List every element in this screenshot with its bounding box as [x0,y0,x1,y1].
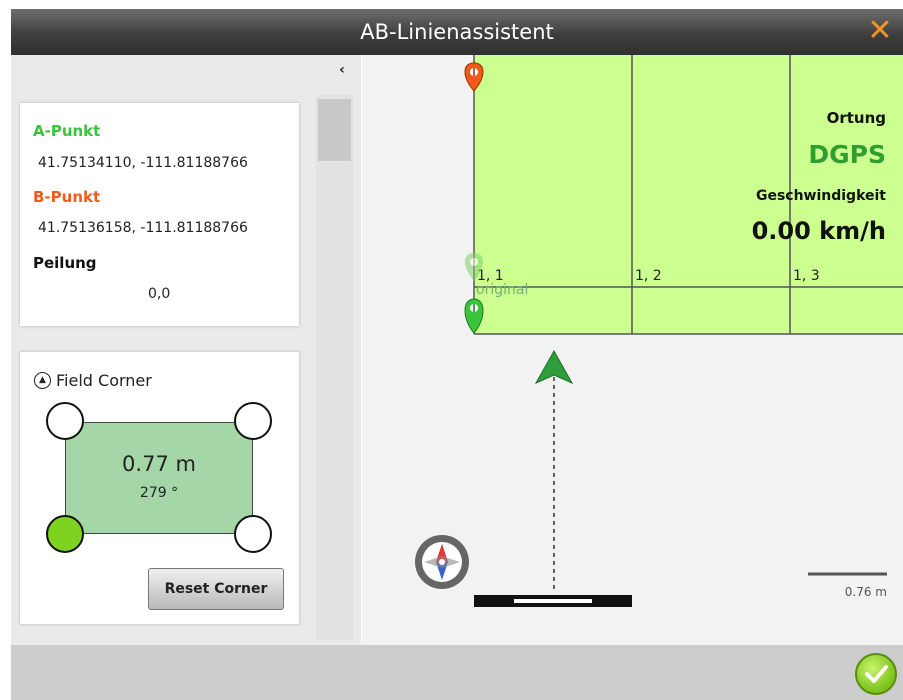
speed-label: Geschwindigkeit [756,188,886,204]
corner-bottom-left[interactable] [46,515,84,553]
window-title: AB-Linienassistent [360,20,554,44]
compass-icon[interactable] [415,535,469,589]
scrollbar-track[interactable] [316,95,353,640]
original-label: original [476,282,528,298]
map-canvas[interactable]: 1, 1 1, 2 1, 3 original Ortung DGPS Gesc… [362,55,903,645]
collapse-up-icon[interactable]: ▲ [34,372,51,389]
checkmark-icon [865,665,888,683]
speed-value: 0.00 km/h [752,217,886,245]
confirm-button[interactable] [855,653,897,695]
b-point-value: 41.75136158, -111.81188766 [38,220,248,236]
field-corner-header[interactable]: ▲ Field Corner [34,371,152,390]
ab-points-card: A-Punkt 41.75134110, -111.81188766 B-Pun… [20,103,299,326]
a-point-value: 41.75134110, -111.81188766 [38,155,248,171]
corner-distance: 0.77 m [122,452,196,476]
map-view[interactable]: 1, 1 1, 2 1, 3 original Ortung DGPS Gesc… [362,55,903,645]
bearing-label: Peilung [33,254,97,272]
chevron-left-icon[interactable]: ‹ [333,61,351,79]
corner-top-left[interactable] [46,402,84,440]
cell-label: 1, 2 [635,268,662,284]
implement-bar [474,595,632,607]
field-corner-card: ▲ Field Corner 0.77 m 279 ° Reset Corner [20,352,299,624]
a-point-label: A-Punkt [33,122,101,140]
corner-angle: 279 ° [139,485,179,501]
corner-top-right[interactable] [234,402,272,440]
left-panel: ‹ A-Punkt 41.75134110, -111.81188766 B-P… [11,55,361,645]
reset-corner-button[interactable]: Reset Corner [148,568,284,610]
corner-bottom-right[interactable] [234,515,272,553]
b-point-label: B-Punkt [33,188,101,206]
bottom-bar [11,645,903,700]
scale-label: 0.76 m [845,585,887,599]
title-bar: AB-Linienassistent ✕ [11,9,903,55]
bearing-value: 0,0 [148,286,171,302]
scrollbar-thumb[interactable] [318,99,351,161]
field-rectangle: 0.77 m 279 ° [65,422,253,534]
location-value: DGPS [808,140,886,169]
location-label: Ortung [827,109,886,127]
cell-label: 1, 3 [793,268,820,284]
close-icon[interactable]: ✕ [865,16,895,46]
field-corner-title: Field Corner [56,371,152,390]
